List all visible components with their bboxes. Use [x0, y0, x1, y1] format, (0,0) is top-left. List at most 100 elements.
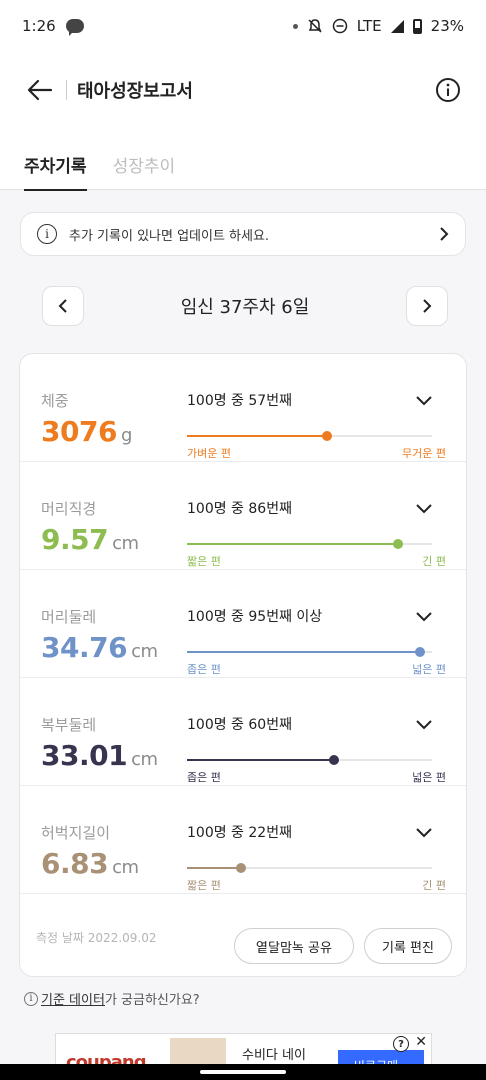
reference-data-link[interactable]: 기준 데이터: [41, 989, 105, 1008]
percentile-marker: [235, 863, 246, 873]
tab-growth-trend[interactable]: 성장추이: [113, 128, 176, 190]
metric-unit: g: [120, 425, 132, 446]
metric-rank: 100명 중 86번째: [187, 501, 292, 517]
metric-value-group: 33.01 cm: [41, 739, 158, 772]
percentile-fill: [187, 543, 398, 545]
percentile-marker: [414, 647, 425, 657]
scale-max-label: 넓은 편: [412, 771, 446, 784]
scale-min-label: 짧은 편: [187, 555, 221, 568]
scale-min-label: 짧은 편: [187, 879, 221, 892]
metric-label: 허벅지길이: [41, 824, 111, 842]
network-label: LTE: [356, 17, 382, 35]
metric-row-weight[interactable]: 체중 3076 g 100명 중 57번째 가벼운 편 무거운 편: [20, 354, 466, 462]
info-button[interactable]: [434, 76, 462, 104]
card-footer: 측정 날짜 2022.09.02 옅달맘녹 공유 기록 편진: [20, 894, 466, 978]
metric-rank: 100명 중 95번째 이상: [187, 609, 323, 625]
notice-text: 추가 기록이 있나면 업데이트 하세요.: [69, 228, 270, 244]
metric-label: 머리직경: [41, 500, 97, 518]
percentile-fill: [187, 435, 327, 437]
metric-unit: cm: [131, 749, 158, 770]
status-time: 1:26: [22, 17, 56, 35]
metric-unit: cm: [131, 641, 158, 662]
signal-icon: [390, 19, 404, 33]
scale-max-label: 무거운 편: [402, 447, 446, 460]
growth-metrics-card: 체중 3076 g 100명 중 57번째 가벼운 편 무거운 편 머리직경 9.57 cm 10…: [19, 353, 467, 977]
page-title: 태아성장보고서: [77, 81, 193, 102]
status-bar: 1:26 LTE 23%: [0, 0, 486, 52]
edit-record-button[interactable]: 기록 편진: [364, 928, 452, 964]
chevron-down-icon[interactable]: [414, 390, 434, 410]
percentile-track: [187, 755, 432, 765]
ad-close-icon[interactable]: ✕: [415, 1034, 427, 1050]
percentile-track: [187, 431, 432, 441]
gesture-handle[interactable]: [200, 1070, 286, 1074]
metric-row-head-circumference[interactable]: 머리둘레 34.76 cm 100명 중 95번째 이상좁은 편 넓은 편: [20, 570, 466, 678]
help-suffix: 가 궁금하신가요?: [104, 993, 200, 1008]
scale-max-label: 긴 편: [422, 555, 446, 568]
percentile-fill: [187, 867, 241, 869]
metric-unit: cm: [112, 533, 139, 554]
prev-week-button[interactable]: [42, 286, 84, 326]
update-notice-banner[interactable]: i 추가 기록이 있나면 업데이트 하세요.: [20, 212, 466, 256]
back-button[interactable]: [14, 64, 66, 116]
metric-row-head-diameter[interactable]: 머리직경 9.57 cm 100명 중 86번째짧은 편 긴 편: [20, 462, 466, 570]
week-navigator: 임신 37주차 6일: [42, 286, 448, 326]
scale-max-label: 넓은 편: [412, 663, 446, 676]
percentile-track: [187, 647, 432, 657]
percentile-marker: [392, 539, 403, 549]
next-week-button[interactable]: [405, 286, 448, 326]
measure-date: 측정 날짜 2022.09.02: [36, 931, 157, 945]
percentile-marker: [321, 431, 332, 441]
chevron-down-icon[interactable]: [414, 822, 434, 842]
status-right: LTE 23%: [292, 17, 464, 35]
metric-value: 6.83: [41, 847, 109, 880]
metric-unit: cm: [112, 857, 139, 878]
info-circle-icon: [436, 78, 460, 102]
metric-row-abdomen[interactable]: 복부둘레 33.01 cm 100명 중 60번째 좁은 편 넓은 편: [20, 678, 466, 786]
metric-rank: 100명 중 22번째: [187, 825, 292, 841]
metric-row-femur[interactable]: 허벅지길이 6.83 cm 100명 중 22번째짧은 편 긴 편: [20, 786, 466, 894]
talk-icon: [65, 19, 84, 36]
scale-min-label: 좁은 편: [187, 663, 221, 676]
metric-label: 복부둘레: [41, 716, 97, 734]
dot-icon: [292, 23, 298, 29]
battery-icon: [412, 18, 422, 34]
percentile-marker: [329, 755, 339, 765]
percentile-fill: [187, 651, 420, 653]
metric-value: 34.76: [41, 631, 128, 664]
reference-data-help: i 기준 데이터 가 궁금하신가요?: [24, 989, 200, 1008]
metric-value-group: 9.57 cm: [41, 523, 139, 556]
chevron-right-icon: [440, 227, 449, 241]
arrow-left-icon: [27, 79, 53, 101]
info-icon: i: [24, 991, 38, 1006]
scale-min-label: 가벼운 편: [187, 447, 231, 460]
percentile-track: [187, 539, 432, 549]
app-bar: 태아성장보고서: [0, 52, 486, 128]
share-button[interactable]: 옅달맘녹 공유: [234, 928, 354, 964]
tab-bar: 주차기록 성장추이: [0, 128, 486, 191]
metric-value-group: 6.83 cm: [41, 847, 139, 880]
tab-weekly-record[interactable]: 주차기록: [24, 128, 87, 191]
system-nav-bar: [0, 1064, 486, 1080]
battery-percent: 23%: [430, 17, 464, 35]
chevron-left-icon: [58, 299, 67, 313]
title-divider: [66, 80, 67, 100]
scale-max-label: 긴 편: [422, 879, 446, 892]
ad-help-icon[interactable]: ?: [393, 1036, 409, 1052]
metric-label: 머리둘레: [41, 608, 97, 626]
metric-value-group: 34.76 cm: [41, 631, 158, 664]
chevron-down-icon[interactable]: [414, 498, 434, 518]
chevron-right-icon: [423, 299, 432, 313]
percentile-fill: [187, 759, 334, 761]
metric-value: 3076: [41, 415, 117, 448]
week-label: 임신 37주차 6일: [180, 297, 310, 318]
ad-text: 수비다 네이: [242, 1048, 306, 1063]
metric-value: 9.57: [41, 523, 109, 556]
metric-value-group: 3076 g: [41, 415, 132, 448]
mute-icon: [308, 19, 322, 33]
percentile-track: [187, 863, 432, 873]
chevron-down-icon[interactable]: [414, 606, 434, 626]
info-icon: i: [37, 224, 57, 244]
chevron-down-icon[interactable]: [414, 714, 434, 734]
metric-rank: 100명 중 60번째: [187, 717, 292, 733]
